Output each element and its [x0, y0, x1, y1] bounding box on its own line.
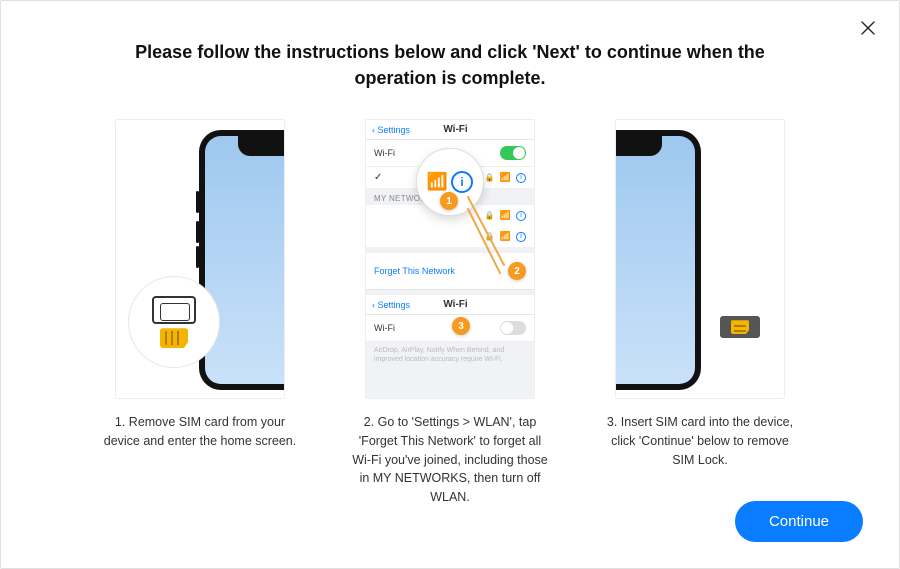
close-button[interactable] [859, 19, 877, 37]
phone-mockup-icon [616, 130, 701, 390]
info-icon: i [516, 232, 526, 242]
screen-title: Wi-Fi [383, 124, 528, 135]
wifi-signal-icon: 📶 [500, 210, 511, 221]
phone-mockup-icon [199, 130, 284, 390]
lock-icon: 🔒 [485, 232, 495, 241]
step-1-illustration [115, 119, 285, 399]
step-2-caption: 2. Go to 'Settings > WLAN', tap 'Forget … [350, 413, 550, 507]
steps-row: 1. Remove SIM card from your device and … [41, 119, 859, 507]
info-icon: i [451, 171, 473, 193]
wifi-signal-icon: 📶 [500, 172, 511, 183]
sim-tray-icon [152, 296, 196, 324]
instruction-modal: Please follow the instructions below and… [0, 0, 900, 569]
info-icon: i [516, 173, 526, 183]
wifi-row-label: Wi-Fi [374, 323, 395, 333]
wifi-row-label: Wi-Fi [374, 148, 395, 158]
step-badge-2: 2 [508, 262, 526, 280]
wifi-fine-print: AirDrop, AirPlay, Notify When Behind, an… [366, 342, 534, 368]
modal-heading: Please follow the instructions below and… [41, 39, 859, 91]
wifi-toggle-off-icon [500, 321, 526, 335]
lock-icon: 🔒 [485, 211, 495, 220]
info-icon: i [516, 211, 526, 221]
wifi-signal-icon: 📶 [500, 231, 511, 242]
lock-icon: 🔒 [485, 173, 495, 182]
step-1-caption: 1. Remove SIM card from your device and … [100, 413, 300, 451]
step-badge-3: 3 [452, 317, 470, 335]
close-icon [861, 21, 875, 35]
sim-chip-icon [160, 328, 188, 348]
step-3: 3. Insert SIM card into the device, clic… [600, 119, 800, 507]
forget-network-label: Forget This Network [374, 266, 455, 276]
step-2-illustration: ‹ Settings Wi-Fi Wi-Fi ✓ 🔒 📶 i MY N [365, 119, 535, 399]
sim-chip-icon [731, 320, 749, 334]
step-3-illustration [615, 119, 785, 399]
screen-title: Wi-Fi [383, 299, 528, 310]
step-2: ‹ Settings Wi-Fi Wi-Fi ✓ 🔒 📶 i MY N [350, 119, 550, 507]
step-3-caption: 3. Insert SIM card into the device, clic… [600, 413, 800, 469]
sim-insert-icon [720, 316, 760, 338]
wifi-icon: 📶 [427, 172, 448, 192]
continue-button[interactable]: Continue [735, 501, 863, 542]
sim-eject-icon [128, 276, 220, 368]
wifi-toggle-on-icon [500, 146, 526, 160]
step-1: 1. Remove SIM card from your device and … [100, 119, 300, 507]
ios-settings-mock: ‹ Settings Wi-Fi Wi-Fi ✓ 🔒 📶 i MY N [366, 120, 534, 398]
